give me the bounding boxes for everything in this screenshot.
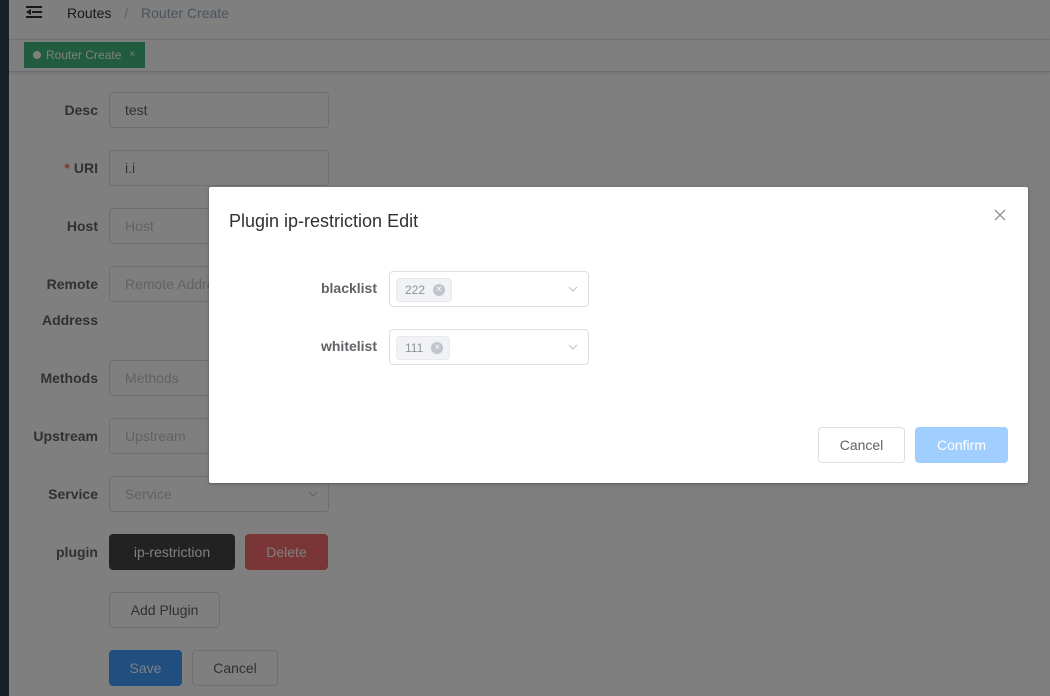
whitelist-select[interactable]: 111 × — [389, 329, 589, 365]
blacklist-tag: 222 × — [396, 278, 453, 302]
tag-close-icon[interactable]: × — [433, 284, 446, 296]
chevron-down-icon — [568, 344, 578, 350]
whitelist-tag-label: 111 — [405, 341, 424, 355]
blacklist-tag-label: 222 — [405, 283, 426, 297]
chevron-down-icon — [568, 286, 578, 292]
tag-close-icon[interactable]: × — [431, 342, 444, 354]
dialog-confirm-button[interactable]: Confirm — [915, 427, 1008, 463]
blacklist-select[interactable]: 222 × — [389, 271, 589, 307]
plugin-edit-dialog: Plugin ip-restriction Edit blacklist 222… — [209, 187, 1028, 483]
whitelist-tag: 111 × — [396, 336, 451, 360]
dialog-cancel-button[interactable]: Cancel — [818, 427, 905, 463]
whitelist-label: whitelist — [320, 338, 377, 354]
close-icon[interactable] — [994, 209, 1006, 221]
blacklist-label: blacklist — [320, 280, 377, 296]
dialog-title: Plugin ip-restriction Edit — [229, 211, 419, 231]
